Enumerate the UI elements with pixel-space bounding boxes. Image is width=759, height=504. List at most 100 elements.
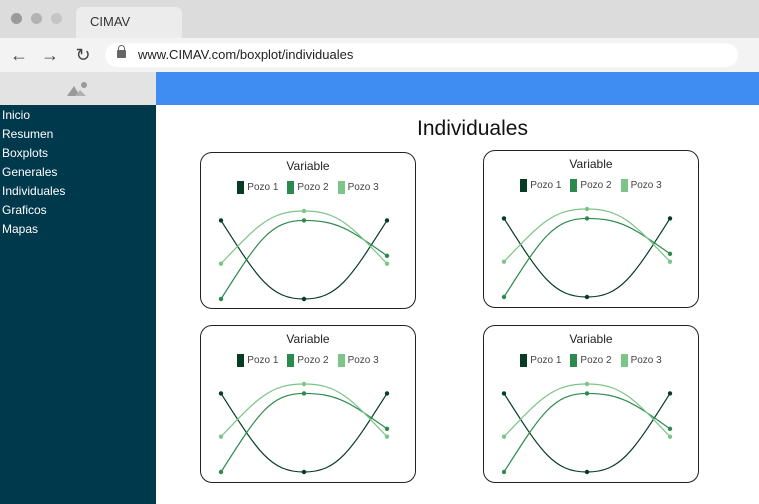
main-content: Individuales Variable Pozo 1 Pozo 2 Pozo 3V… <box>156 105 759 504</box>
legend-swatch <box>237 181 245 194</box>
data-point <box>584 294 590 300</box>
browser-tab[interactable]: CIMAV <box>76 7 182 38</box>
legend-swatch <box>620 354 628 367</box>
legend-item[interactable]: Pozo 1 <box>520 179 561 192</box>
address-bar[interactable]: www.CIMAV.com/boxplot/individuales <box>105 43 738 67</box>
legend-label: Pozo 2 <box>297 182 329 193</box>
image-placeholder-icon <box>67 82 87 96</box>
chart-legend: Pozo 1 Pozo 2 Pozo 3 <box>201 181 415 194</box>
data-point <box>501 434 507 439</box>
data-point <box>384 253 390 258</box>
legend-item[interactable]: Pozo 1 <box>237 181 278 194</box>
chart-panel: Variable Pozo 1 Pozo 2 Pozo 3 <box>200 325 416 483</box>
sidebar-item-inicio[interactable]: Inicio <box>2 108 65 127</box>
data-point <box>384 426 390 431</box>
data-point <box>301 391 307 396</box>
chart-panel: Variable Pozo 1 Pozo 2 Pozo 3 <box>483 150 699 308</box>
data-point <box>667 259 673 264</box>
legend-swatch <box>520 179 528 192</box>
window-minimize-dot[interactable] <box>31 13 42 24</box>
data-point <box>218 296 224 302</box>
data-point <box>218 218 224 223</box>
chart-plot <box>218 381 390 475</box>
legend-label: Pozo 1 <box>530 355 562 366</box>
chart-legend: Pozo 1 Pozo 2 Pozo 3 <box>484 354 698 367</box>
data-point <box>667 426 673 431</box>
legend-label: Pozo 3 <box>630 355 662 366</box>
sidebar-item-resumen[interactable]: Resumen <box>2 127 65 146</box>
data-point <box>301 469 307 475</box>
legend-swatch <box>570 354 578 367</box>
sidebar-menu: Inicio Resumen Boxplots Generales Individual… <box>2 108 65 241</box>
legend-label: Pozo 2 <box>297 355 329 366</box>
legend-item[interactable]: Pozo 2 <box>570 179 612 192</box>
chart-title: Variable <box>286 332 330 346</box>
window-maximize-dot[interactable] <box>51 13 62 24</box>
legend-label: Pozo 3 <box>347 355 379 366</box>
data-point <box>384 261 390 266</box>
back-arrow-icon[interactable]: ← <box>8 45 30 65</box>
legend-swatch <box>337 354 345 367</box>
data-point <box>667 251 673 256</box>
legend-swatch <box>337 181 345 194</box>
chart-plot <box>501 206 673 300</box>
top-bar <box>156 72 759 105</box>
legend-item[interactable]: Pozo 1 <box>237 354 278 367</box>
chart-title: Variable <box>569 157 613 171</box>
legend-item[interactable]: Pozo 2 <box>287 354 329 367</box>
legend-item[interactable]: Pozo 3 <box>620 179 662 192</box>
chart-title: Variable <box>569 332 613 346</box>
sidebar-item-mapas[interactable]: Mapas <box>2 222 65 241</box>
chart-plot <box>218 208 390 302</box>
legend-label: Pozo 3 <box>347 182 379 193</box>
legend-swatch <box>287 354 295 367</box>
data-point <box>301 381 307 387</box>
window-close-dot[interactable] <box>11 13 22 24</box>
chart-legend: Pozo 1 Pozo 2 Pozo 3 <box>201 354 415 367</box>
page-title: Individuales <box>417 117 528 140</box>
sidebar: Inicio Resumen Boxplots Generales Individual… <box>0 72 156 504</box>
lock-icon <box>117 45 126 58</box>
legend-swatch <box>520 354 528 367</box>
sidebar-item-boxplots[interactable]: Boxplots <box>2 146 65 165</box>
data-point <box>384 391 390 396</box>
data-point <box>218 391 224 396</box>
legend-label: Pozo 1 <box>247 355 279 366</box>
sidebar-logo <box>0 72 156 105</box>
data-point <box>667 434 673 439</box>
chart-title: Variable <box>286 159 330 173</box>
data-point <box>218 469 224 475</box>
legend-label: Pozo 3 <box>630 180 662 191</box>
legend-swatch <box>237 354 245 367</box>
data-point <box>584 469 590 475</box>
legend-item[interactable]: Pozo 3 <box>337 354 379 367</box>
legend-item[interactable]: Pozo 3 <box>337 181 379 194</box>
chart-legend: Pozo 1 Pozo 2 Pozo 3 <box>484 179 698 192</box>
data-point <box>501 391 507 396</box>
forward-arrow-icon[interactable]: → <box>39 45 61 65</box>
url-text[interactable]: www.CIMAV.com/boxplot/individuales <box>138 47 353 62</box>
data-point <box>584 216 590 221</box>
legend-item[interactable]: Pozo 3 <box>620 354 662 367</box>
data-point <box>501 216 507 221</box>
legend-label: Pozo 1 <box>247 182 279 193</box>
legend-item[interactable]: Pozo 2 <box>287 181 329 194</box>
tab-title: CIMAV <box>90 14 131 29</box>
legend-item[interactable]: Pozo 1 <box>520 354 561 367</box>
browser-tab-bar: CIMAV <box>0 0 759 38</box>
reload-icon[interactable]: ↻ <box>72 45 94 65</box>
sidebar-item-generales[interactable]: Generales <box>2 165 65 184</box>
legend-item[interactable]: Pozo 2 <box>570 354 612 367</box>
data-point <box>301 296 307 302</box>
data-point <box>501 469 507 475</box>
data-point <box>584 391 590 396</box>
legend-swatch <box>620 179 628 192</box>
data-point <box>384 218 390 223</box>
chart-plot <box>501 381 673 475</box>
sidebar-item-graficos[interactable]: Graficos <box>2 203 65 222</box>
sidebar-item-individuales[interactable]: Individuales <box>2 184 65 203</box>
chart-panel: Variable Pozo 1 Pozo 2 Pozo 3 <box>200 152 416 309</box>
data-point <box>301 208 307 214</box>
data-point <box>584 206 590 212</box>
data-point <box>384 434 390 439</box>
